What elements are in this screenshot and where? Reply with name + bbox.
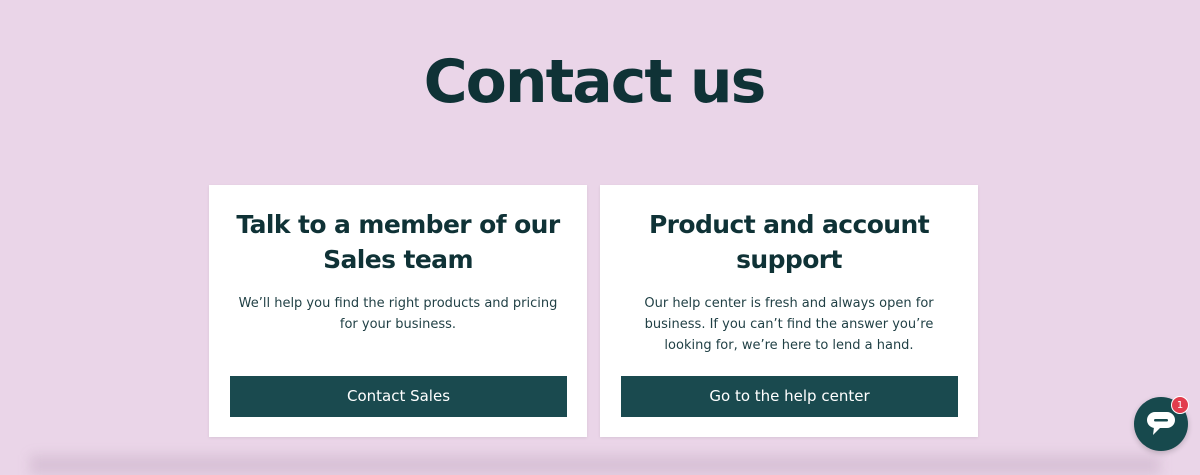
support-card-description: Our help center is fresh and always open… [644, 296, 934, 353]
sales-card: Talk to a member of our Sales team We’ll… [209, 185, 587, 437]
section-shadow [30, 455, 1160, 475]
sales-card-description: We’ll help you find the right products a… [238, 296, 558, 332]
contact-sales-button[interactable]: Contact Sales [230, 376, 567, 417]
chat-bubble-icon [1147, 412, 1175, 435]
page-title: Contact us [423, 47, 767, 117]
sales-card-title: Talk to a member of our Sales team [236, 210, 560, 274]
support-card: Product and account support Our help cen… [600, 185, 978, 437]
chat-notification-badge: 1 [1171, 396, 1189, 414]
help-center-button[interactable]: Go to the help center [621, 376, 958, 417]
support-card-title: Product and account support [648, 210, 930, 274]
